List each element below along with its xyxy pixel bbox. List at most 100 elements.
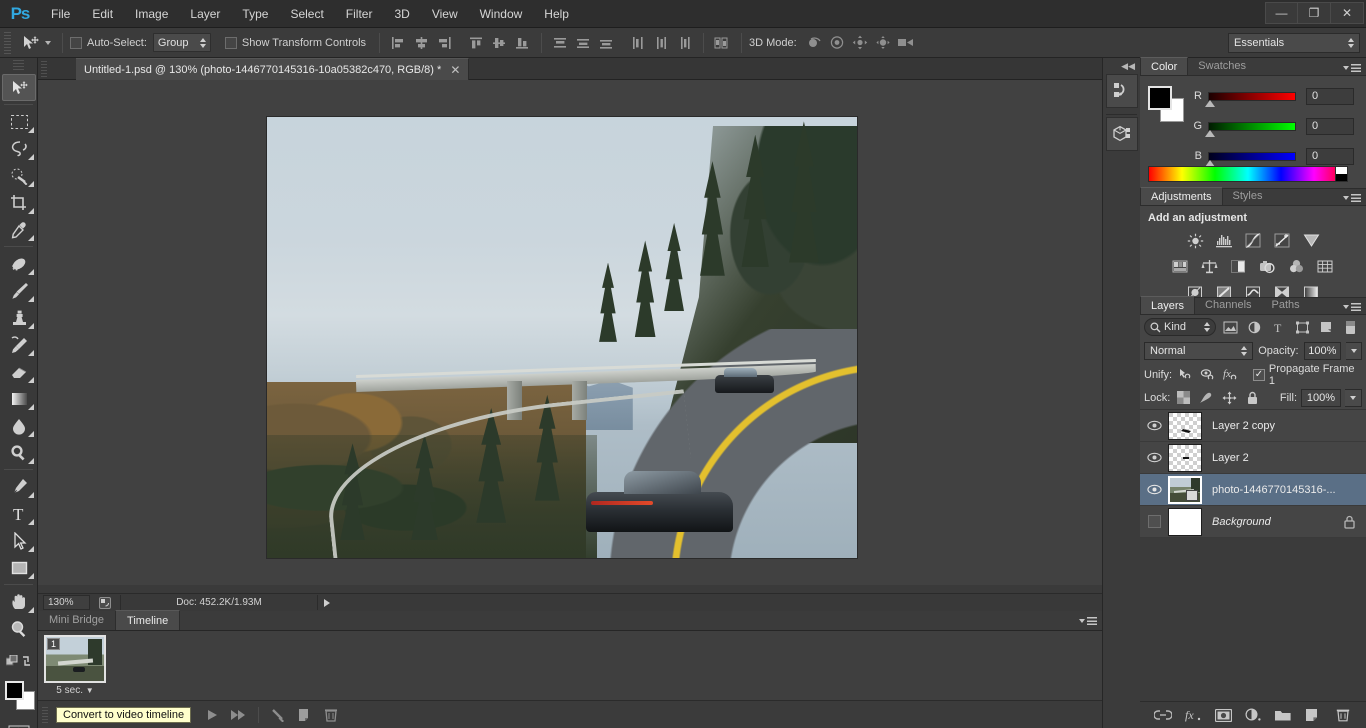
show-transform-controls-checkbox[interactable]: [224, 36, 237, 49]
menu-view[interactable]: View: [421, 0, 469, 28]
opacity-chevron-down-icon[interactable]: [1346, 342, 1363, 360]
adjustments-panel-menu-icon[interactable]: [1343, 194, 1361, 202]
animation-frame[interactable]: 1 5 sec. ▼: [44, 635, 106, 696]
distribute-horizontal-centers-icon[interactable]: [650, 32, 673, 54]
tools-panel-grip[interactable]: [13, 60, 24, 72]
filter-kind-dropdown[interactable]: Kind: [1144, 318, 1216, 336]
zoom-tool[interactable]: [2, 615, 36, 642]
duplicate-frame-icon[interactable]: [292, 705, 318, 725]
history-panel-icon[interactable]: [1106, 74, 1138, 108]
slide-3d-icon[interactable]: [872, 32, 895, 54]
status-bar-expand-icon[interactable]: [324, 598, 330, 607]
brush-tool[interactable]: [2, 277, 36, 304]
black-white-icon[interactable]: [1228, 257, 1250, 277]
layer-name[interactable]: photo-1446770145316-...: [1212, 484, 1336, 496]
align-left-edges-icon[interactable]: [387, 32, 410, 54]
menu-filter[interactable]: Filter: [335, 0, 384, 28]
layer-visibility-toggle[interactable]: [1140, 484, 1168, 495]
eraser-tool[interactable]: [2, 358, 36, 385]
drag-3d-icon[interactable]: [849, 32, 872, 54]
tab-layers[interactable]: Layers: [1140, 296, 1196, 314]
minimize-button[interactable]: —: [1265, 2, 1298, 24]
menu-layer[interactable]: Layer: [179, 0, 231, 28]
menu-window[interactable]: Window: [469, 0, 534, 28]
menu-type[interactable]: Type: [231, 0, 279, 28]
white-black-swatch[interactable]: [1335, 167, 1347, 181]
propagate-frame-checkbox[interactable]: ✓: [1253, 368, 1265, 381]
foreground-color-swatch[interactable]: [5, 681, 24, 700]
distribute-left-edges-icon[interactable]: [627, 32, 650, 54]
filter-adjustment-icon[interactable]: [1245, 318, 1264, 337]
align-vertical-centers-icon[interactable]: [488, 32, 511, 54]
forward-icon[interactable]: [225, 705, 251, 725]
rectangle-tool[interactable]: [2, 554, 36, 581]
distribute-bottom-edges-icon[interactable]: [595, 32, 618, 54]
channel-slider-b[interactable]: [1205, 151, 1296, 167]
fill-chevron-down-icon[interactable]: [1345, 388, 1362, 407]
filter-type-icon[interactable]: T: [1269, 318, 1288, 337]
channel-slider-g[interactable]: [1205, 121, 1296, 137]
tab-adjustments[interactable]: Adjustments: [1140, 187, 1223, 205]
restore-button[interactable]: ❐: [1298, 2, 1331, 24]
foreground-background-colors[interactable]: [2, 679, 36, 711]
layer-name[interactable]: Layer 2 copy: [1212, 420, 1275, 432]
tab-paths[interactable]: Paths: [1262, 296, 1310, 314]
color-balance-icon[interactable]: [1199, 257, 1221, 277]
collapse-panels-icon[interactable]: ◀◀: [1103, 58, 1140, 72]
new-group-icon[interactable]: [1274, 706, 1292, 724]
tween-icon[interactable]: [266, 705, 292, 725]
curves-icon[interactable]: [1242, 231, 1264, 251]
color-spectrum-ramp[interactable]: [1148, 166, 1348, 182]
align-top-edges-icon[interactable]: [465, 32, 488, 54]
layer-visibility-toggle[interactable]: [1140, 452, 1168, 463]
layers-list[interactable]: Layer 2 copy Layer 2 photo-1446770145316…: [1140, 409, 1366, 538]
quick-mask-mode-icon[interactable]: [2, 719, 36, 728]
menu-edit[interactable]: Edit: [81, 0, 124, 28]
layer-visibility-toggle[interactable]: [1140, 420, 1168, 431]
properties-panel-icon[interactable]: [1106, 117, 1138, 151]
hue-saturation-icon[interactable]: [1170, 257, 1192, 277]
blend-mode-dropdown[interactable]: Normal: [1144, 342, 1254, 360]
menu-image[interactable]: Image: [124, 0, 179, 28]
tab-channels[interactable]: Channels: [1195, 296, 1261, 314]
align-horizontal-centers-icon[interactable]: [410, 32, 433, 54]
timeline-panel-menu-icon[interactable]: [1079, 615, 1097, 627]
horizontal-type-tool[interactable]: T: [2, 500, 36, 527]
zoom-level-input[interactable]: 130%: [43, 595, 90, 610]
blur-tool[interactable]: [2, 412, 36, 439]
canvas-area[interactable]: [38, 80, 1102, 593]
artboard-image[interactable]: [267, 117, 857, 558]
channel-slider-thumb-g[interactable]: [1205, 129, 1215, 137]
dodge-tool[interactable]: [2, 439, 36, 466]
lock-image-pixels-icon[interactable]: [1197, 388, 1216, 407]
new-layer-icon[interactable]: [1304, 706, 1322, 724]
table-row[interactable]: photo-1446770145316-...: [1140, 474, 1366, 506]
exposure-icon[interactable]: [1271, 231, 1293, 251]
filter-pixel-icon[interactable]: [1221, 318, 1240, 337]
vibrance-icon[interactable]: [1300, 231, 1322, 251]
tab-styles[interactable]: Styles: [1223, 187, 1273, 205]
layer-style-icon[interactable]: fx: [1184, 706, 1202, 724]
workspace-switcher[interactable]: Essentials: [1228, 33, 1360, 53]
crop-tool[interactable]: [2, 189, 36, 216]
tool-preset-chevron-down-icon[interactable]: [45, 40, 51, 45]
lock-transparent-pixels-icon[interactable]: [1174, 388, 1193, 407]
rotate-3d-icon[interactable]: [803, 32, 826, 54]
default-colors-and-swap[interactable]: [2, 648, 36, 675]
align-right-edges-icon[interactable]: [433, 32, 456, 54]
new-fill-adjustment-icon[interactable]: [1244, 706, 1262, 724]
unify-style-icon[interactable]: fx: [1221, 365, 1240, 384]
tab-swatches[interactable]: Swatches: [1188, 57, 1256, 75]
scale-3d-icon[interactable]: [895, 32, 918, 54]
layer-thumbnail[interactable]: [1168, 475, 1202, 504]
eyedropper-tool[interactable]: [2, 216, 36, 243]
channel-value-b[interactable]: 0: [1306, 147, 1354, 165]
distribute-right-edges-icon[interactable]: [673, 32, 696, 54]
delete-layer-icon[interactable]: [1334, 706, 1352, 724]
opacity-value[interactable]: 100%: [1303, 342, 1342, 360]
table-row[interactable]: Layer 2 copy: [1140, 410, 1366, 442]
close-icon[interactable]: ✕: [450, 64, 460, 76]
align-bottom-edges-icon[interactable]: [511, 32, 534, 54]
document-tab-grip[interactable]: [41, 61, 47, 77]
layer-thumbnail[interactable]: [1168, 411, 1202, 440]
